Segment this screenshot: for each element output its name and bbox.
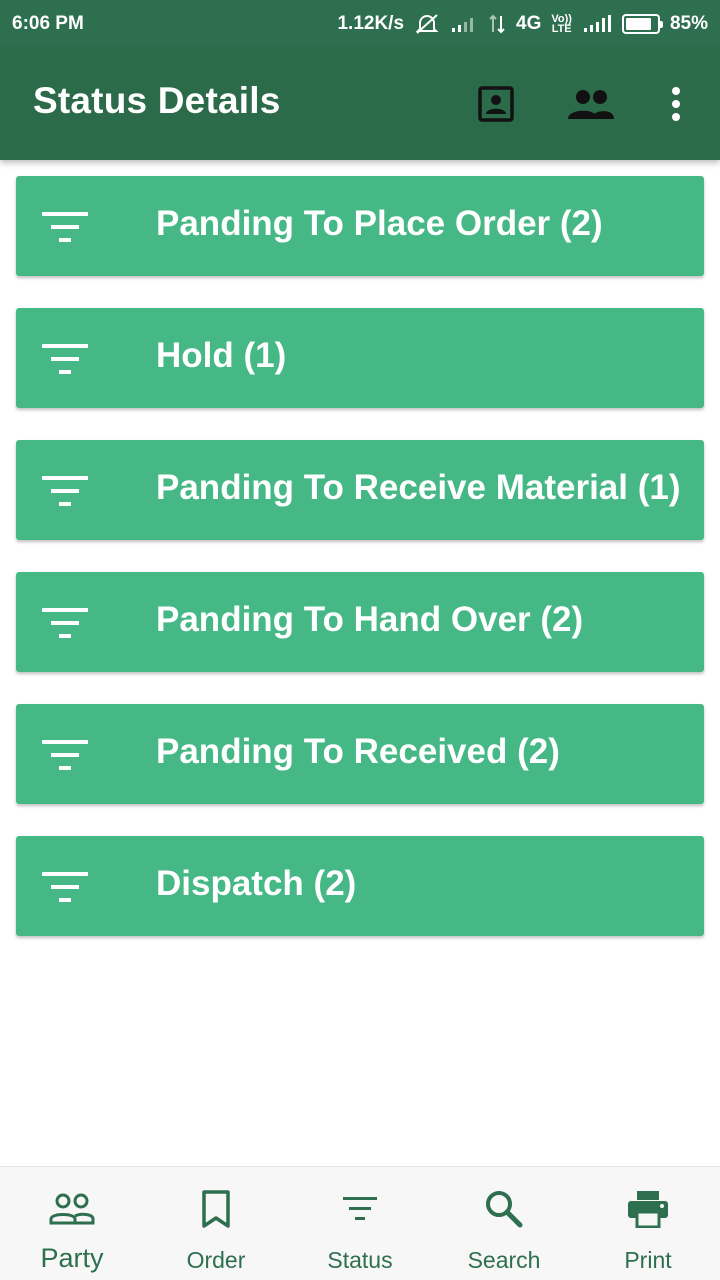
filter-icon <box>342 1187 378 1231</box>
filter-icon <box>42 344 88 374</box>
nav-item-search[interactable]: Search <box>432 1167 576 1280</box>
app-bar: Status Details <box>0 48 720 160</box>
status-card-dispatch[interactable]: Dispatch (2) <box>16 836 704 936</box>
signal-strong-icon <box>582 14 612 34</box>
status-card-label: Dispatch (2) <box>156 864 357 903</box>
battery-icon <box>621 14 663 34</box>
bottom-navigation: Party Order Status Search Print <box>0 1166 720 1280</box>
battery-percent: 85% <box>669 13 708 34</box>
people-icon[interactable] <box>567 80 615 128</box>
nav-item-status[interactable]: Status <box>288 1167 432 1280</box>
status-card-hand-over[interactable]: Panding To Hand Over (2) <box>16 572 704 672</box>
nav-item-order[interactable]: Order <box>144 1167 288 1280</box>
status-indicators: 1.12K/s 4G Vo)) LTE 85% <box>337 13 708 35</box>
nav-label: Print <box>624 1247 672 1273</box>
filter-icon <box>42 476 88 506</box>
status-card-label: Hold (1) <box>156 336 287 375</box>
nav-label: Order <box>186 1247 246 1273</box>
status-card-label: Panding To Hand Over (2) <box>156 600 584 639</box>
status-card-label: Panding To Received (2) <box>156 732 560 771</box>
party-icon <box>48 1187 96 1231</box>
nav-item-party[interactable]: Party <box>0 1167 144 1280</box>
nav-item-print[interactable]: Print <box>576 1167 720 1280</box>
more-vert-icon[interactable] <box>652 80 700 128</box>
contact-card-icon[interactable] <box>472 80 520 128</box>
nav-label: Status <box>327 1247 393 1273</box>
system-status-bar: 6:06 PM 1.12K/s 4G Vo)) LTE 85% <box>0 0 720 48</box>
status-time: 6:06 PM <box>12 13 84 34</box>
battery-level <box>625 18 652 30</box>
status-card-hold[interactable]: Hold (1) <box>16 308 704 408</box>
volte-icon: Vo)) LTE <box>551 13 572 35</box>
bookmark-icon <box>201 1187 231 1231</box>
filter-icon <box>42 212 88 242</box>
nav-label: Party <box>40 1243 104 1273</box>
nav-label: Search <box>467 1247 541 1273</box>
status-card-receive-material[interactable]: Panding To Receive Material (1) <box>16 440 704 540</box>
filter-icon <box>42 608 88 638</box>
filter-icon <box>42 872 88 902</box>
network-type: 4G <box>516 13 542 34</box>
status-card-label: Panding To Receive Material (1) <box>156 468 681 507</box>
data-transfer-icon <box>488 14 506 34</box>
signal-weak-icon <box>450 14 478 34</box>
page-title: Status Details <box>33 80 281 121</box>
filter-icon <box>42 740 88 770</box>
status-card-received[interactable]: Panding To Received (2) <box>16 704 704 804</box>
search-icon <box>484 1187 524 1231</box>
status-card-label: Panding To Place Order (2) <box>156 204 603 243</box>
print-icon <box>627 1187 669 1231</box>
net-speed: 1.12K/s <box>337 13 405 34</box>
alarm-off-icon <box>414 13 440 35</box>
status-card-place-order[interactable]: Panding To Place Order (2) <box>16 176 704 276</box>
